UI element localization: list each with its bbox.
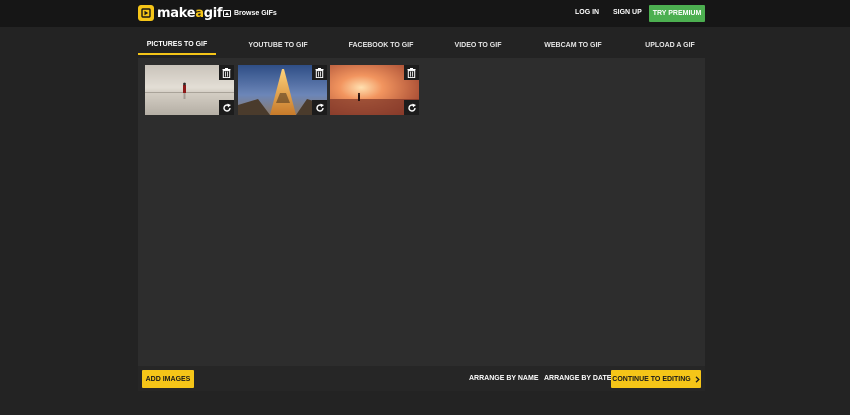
- browse-gifs-label: Browse GIFs: [234, 10, 277, 17]
- tab-pictures-to-gif[interactable]: PICTURES TO GIF: [138, 36, 216, 55]
- arrange-by-name-button[interactable]: ARRANGE BY NAME: [469, 375, 539, 382]
- tab-webcam-to-gif[interactable]: WEBCAM TO GIF: [536, 36, 610, 55]
- conversion-tabs: PICTURES TO GIF YOUTUBE TO GIF FACEBOOK …: [138, 36, 705, 55]
- logo-text-accent: a: [195, 5, 204, 21]
- trash-icon: [222, 67, 231, 78]
- rotate-image-button[interactable]: [219, 100, 234, 115]
- image-thumbnail[interactable]: [330, 65, 419, 115]
- login-link[interactable]: LOG IN: [575, 9, 599, 16]
- delete-image-button[interactable]: [404, 65, 419, 80]
- tab-youtube-to-gif[interactable]: YOUTUBE TO GIF: [239, 36, 317, 55]
- logo-play-icon: [138, 5, 154, 21]
- tab-video-to-gif[interactable]: VIDEO TO GIF: [443, 36, 513, 55]
- rotate-image-button[interactable]: [404, 100, 419, 115]
- tab-facebook-to-gif[interactable]: FACEBOOK TO GIF: [341, 36, 421, 55]
- chevron-right-icon: [695, 375, 700, 383]
- continue-label: CONTINUE TO EDITING: [612, 375, 691, 383]
- rotate-icon: [222, 103, 231, 112]
- image-icon: [223, 10, 231, 17]
- tab-upload-a-gif[interactable]: UPLOAD A GIF: [638, 36, 702, 55]
- arrange-by-date-button[interactable]: ARRANGE BY DATE: [544, 375, 611, 382]
- trash-icon: [407, 67, 416, 78]
- image-thumbnail[interactable]: [145, 65, 234, 115]
- image-actions-bar: ADD IMAGES ARRANGE BY NAME ARRANGE BY DA…: [138, 366, 705, 391]
- delete-image-button[interactable]: [312, 65, 327, 80]
- top-navigation-bar: makeagif Browse GIFs LOG IN SIGN UP TRY …: [0, 0, 850, 27]
- logo-text-part-1: make: [157, 5, 196, 21]
- continue-to-editing-button[interactable]: CONTINUE TO EDITING: [611, 370, 701, 388]
- signup-link[interactable]: SIGN UP: [613, 9, 642, 16]
- image-thumbnail[interactable]: [238, 65, 327, 115]
- trash-icon: [315, 67, 324, 78]
- makeagif-logo[interactable]: makeagif: [138, 5, 223, 21]
- logo-text-part-2: gif: [203, 5, 223, 21]
- rotate-icon: [407, 103, 416, 112]
- rotate-image-button[interactable]: [312, 100, 327, 115]
- add-images-button[interactable]: ADD IMAGES: [142, 370, 194, 388]
- delete-image-button[interactable]: [219, 65, 234, 80]
- logo-wordmark: makeagif: [157, 5, 223, 21]
- rotate-icon: [315, 103, 324, 112]
- image-upload-area[interactable]: [138, 58, 705, 366]
- try-premium-button[interactable]: TRY PREMIUM: [649, 5, 705, 22]
- browse-gifs-link[interactable]: Browse GIFs: [223, 8, 277, 19]
